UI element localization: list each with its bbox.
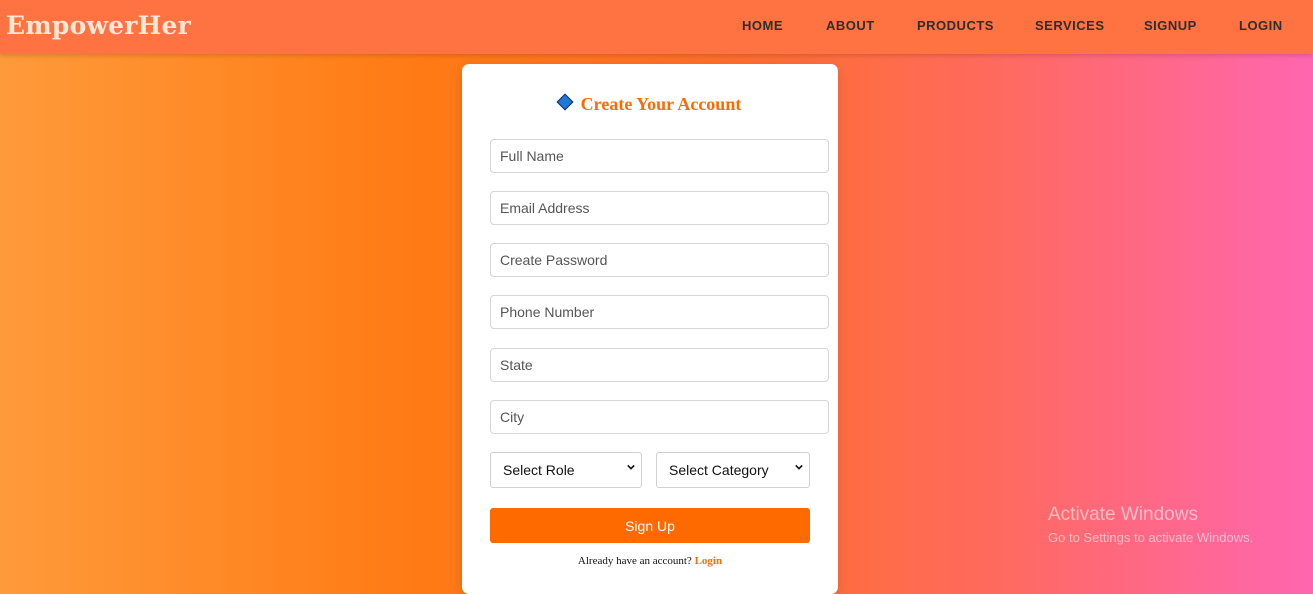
- login-prompt: Already have an account? Login: [462, 555, 838, 567]
- login-prompt-text: Already have an account?: [577, 555, 692, 567]
- nav-home[interactable]: HOME: [742, 18, 783, 33]
- nav-login[interactable]: LOGIN: [1239, 18, 1283, 33]
- login-link[interactable]: Login: [695, 555, 723, 567]
- phone-input[interactable]: [490, 295, 829, 329]
- chevron-down-icon: [795, 464, 803, 470]
- form-header: Create Your Account: [462, 93, 838, 118]
- nav-signup[interactable]: SIGNUP: [1144, 18, 1197, 33]
- role-select-value: Select Role: [503, 462, 575, 478]
- nav-products[interactable]: PRODUCTS: [917, 18, 994, 33]
- state-input[interactable]: [490, 348, 829, 382]
- form-title: Create Your Account: [580, 94, 742, 114]
- email-input[interactable]: [490, 191, 829, 225]
- watermark-title: Activate Windows: [1048, 504, 1198, 525]
- signup-card: Create Your Account Select Role Select C…: [462, 64, 838, 594]
- brand-logo[interactable]: EmpowerHer: [6, 11, 191, 40]
- windows-activation-watermark: Activate Windows Go to Settings to activ…: [1048, 504, 1253, 545]
- nav-about[interactable]: ABOUT: [826, 18, 875, 33]
- signup-button[interactable]: Sign Up: [490, 508, 810, 543]
- category-select-value: Select Category: [669, 462, 769, 478]
- watermark-subtitle: Go to Settings to activate Windows.: [1048, 530, 1254, 545]
- category-select[interactable]: Select Category: [656, 452, 810, 488]
- diamond-icon: [556, 93, 574, 110]
- password-input[interactable]: [490, 243, 829, 277]
- role-select[interactable]: Select Role: [490, 452, 642, 488]
- nav-services[interactable]: SERVICES: [1035, 18, 1105, 33]
- navbar: EmpowerHer HOME ABOUT PRODUCTS SERVICES …: [0, 0, 1313, 54]
- chevron-down-icon: [627, 464, 635, 470]
- full-name-input[interactable]: [490, 139, 829, 173]
- city-input[interactable]: [490, 400, 829, 434]
